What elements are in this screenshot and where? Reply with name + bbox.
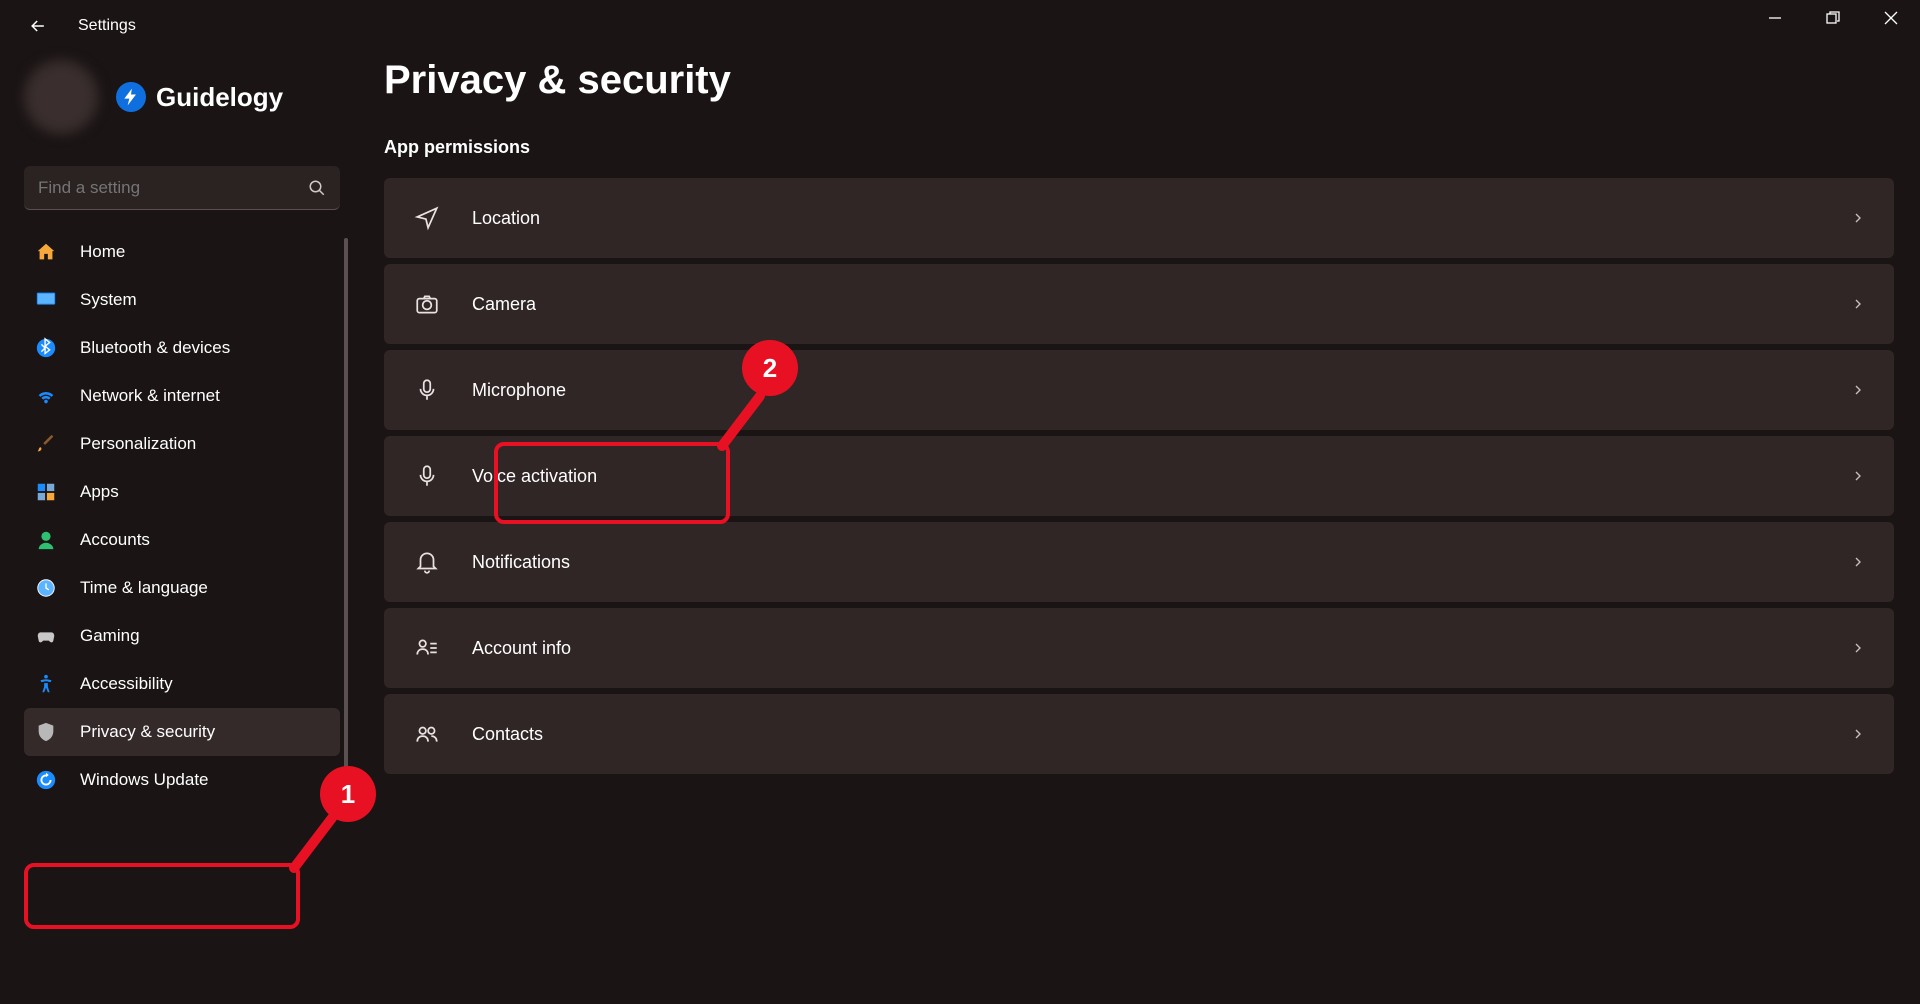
sidebar-item-label: Personalization (80, 434, 196, 454)
sidebar-item-windows-update[interactable]: Windows Update (24, 756, 340, 804)
person-icon (34, 528, 58, 552)
row-camera[interactable]: Camera (384, 264, 1894, 344)
sidebar-item-label: Network & internet (80, 386, 220, 406)
sidebar-item-gaming[interactable]: Gaming (24, 612, 340, 660)
window-controls (1746, 0, 1920, 36)
row-account-info[interactable]: Account info (384, 608, 1894, 688)
row-notifications[interactable]: Notifications (384, 522, 1894, 602)
close-icon (1884, 11, 1898, 25)
row-label: Account info (472, 638, 1820, 659)
user-header: Guidelogy (24, 52, 340, 142)
search-input[interactable] (38, 178, 308, 198)
sidebar-item-label: Apps (80, 482, 119, 502)
shield-icon (34, 720, 58, 744)
voice-activation-icon (412, 463, 442, 489)
row-label: Camera (472, 294, 1820, 315)
brand-icon (116, 82, 146, 112)
sidebar-item-label: Home (80, 242, 125, 262)
maximize-icon (1826, 11, 1840, 25)
sidebar-item-label: Accounts (80, 530, 150, 550)
sidebar-item-network[interactable]: Network & internet (24, 372, 340, 420)
update-icon (34, 768, 58, 792)
search-icon (308, 179, 326, 197)
section-label: App permissions (384, 137, 1894, 158)
wifi-icon (34, 384, 58, 408)
row-label: Microphone (472, 380, 1820, 401)
sidebar-item-label: Gaming (80, 626, 140, 646)
monitor-icon (34, 288, 58, 312)
chevron-right-icon (1850, 296, 1866, 312)
row-label: Contacts (472, 724, 1820, 745)
sidebar-item-label: System (80, 290, 137, 310)
sidebar-item-personalization[interactable]: Personalization (24, 420, 340, 468)
sidebar-item-time-language[interactable]: Time & language (24, 564, 340, 612)
permission-rows: Location Camera Microphone Voice activat… (384, 178, 1894, 774)
microphone-icon (412, 377, 442, 403)
bluetooth-icon (34, 336, 58, 360)
location-icon (412, 205, 442, 231)
brand: Guidelogy (116, 82, 283, 113)
camera-icon (412, 291, 442, 317)
chevron-right-icon (1850, 554, 1866, 570)
apps-icon (34, 480, 58, 504)
chevron-right-icon (1850, 726, 1866, 742)
sidebar-item-label: Windows Update (80, 770, 209, 790)
row-microphone[interactable]: Microphone (384, 350, 1894, 430)
sidebar-item-label: Accessibility (80, 674, 173, 694)
row-label: Voice activation (472, 466, 1820, 487)
brand-text: Guidelogy (156, 82, 283, 113)
brush-icon (34, 432, 58, 456)
account-info-icon (412, 635, 442, 661)
bell-icon (412, 549, 442, 575)
sidebar-item-label: Privacy & security (80, 722, 215, 742)
chevron-right-icon (1850, 640, 1866, 656)
row-location[interactable]: Location (384, 178, 1894, 258)
avatar (24, 60, 98, 134)
arrow-left-icon (28, 16, 48, 36)
sidebar-item-system[interactable]: System (24, 276, 340, 324)
row-contacts[interactable]: Contacts (384, 694, 1894, 774)
nav: Home System Bluetooth & devices Network … (24, 228, 340, 804)
close-button[interactable] (1862, 0, 1920, 36)
chevron-right-icon (1850, 210, 1866, 226)
row-label: Notifications (472, 552, 1820, 573)
gamepad-icon (34, 624, 58, 648)
main-content: Privacy & security App permissions Locat… (384, 52, 1894, 1004)
page-title: Privacy & security (384, 58, 1894, 103)
sidebar: Guidelogy Home System Bluetooth & device… (0, 52, 360, 1004)
sidebar-item-privacy-security[interactable]: Privacy & security (24, 708, 340, 756)
sidebar-scrollbar[interactable] (344, 238, 348, 798)
accessibility-icon (34, 672, 58, 696)
sidebar-item-accounts[interactable]: Accounts (24, 516, 340, 564)
clock-globe-icon (34, 576, 58, 600)
app-title: Settings (78, 17, 136, 35)
back-button[interactable] (20, 16, 56, 36)
maximize-button[interactable] (1804, 0, 1862, 36)
row-voice-activation[interactable]: Voice activation (384, 436, 1894, 516)
chevron-right-icon (1850, 382, 1866, 398)
sidebar-item-home[interactable]: Home (24, 228, 340, 276)
sidebar-item-bluetooth[interactable]: Bluetooth & devices (24, 324, 340, 372)
row-label: Location (472, 208, 1820, 229)
minimize-button[interactable] (1746, 0, 1804, 36)
sidebar-item-apps[interactable]: Apps (24, 468, 340, 516)
minimize-icon (1768, 11, 1782, 25)
search-box[interactable] (24, 166, 340, 210)
chevron-right-icon (1850, 468, 1866, 484)
contacts-icon (412, 721, 442, 747)
sidebar-item-label: Bluetooth & devices (80, 338, 230, 358)
home-icon (34, 240, 58, 264)
sidebar-item-accessibility[interactable]: Accessibility (24, 660, 340, 708)
sidebar-item-label: Time & language (80, 578, 208, 598)
